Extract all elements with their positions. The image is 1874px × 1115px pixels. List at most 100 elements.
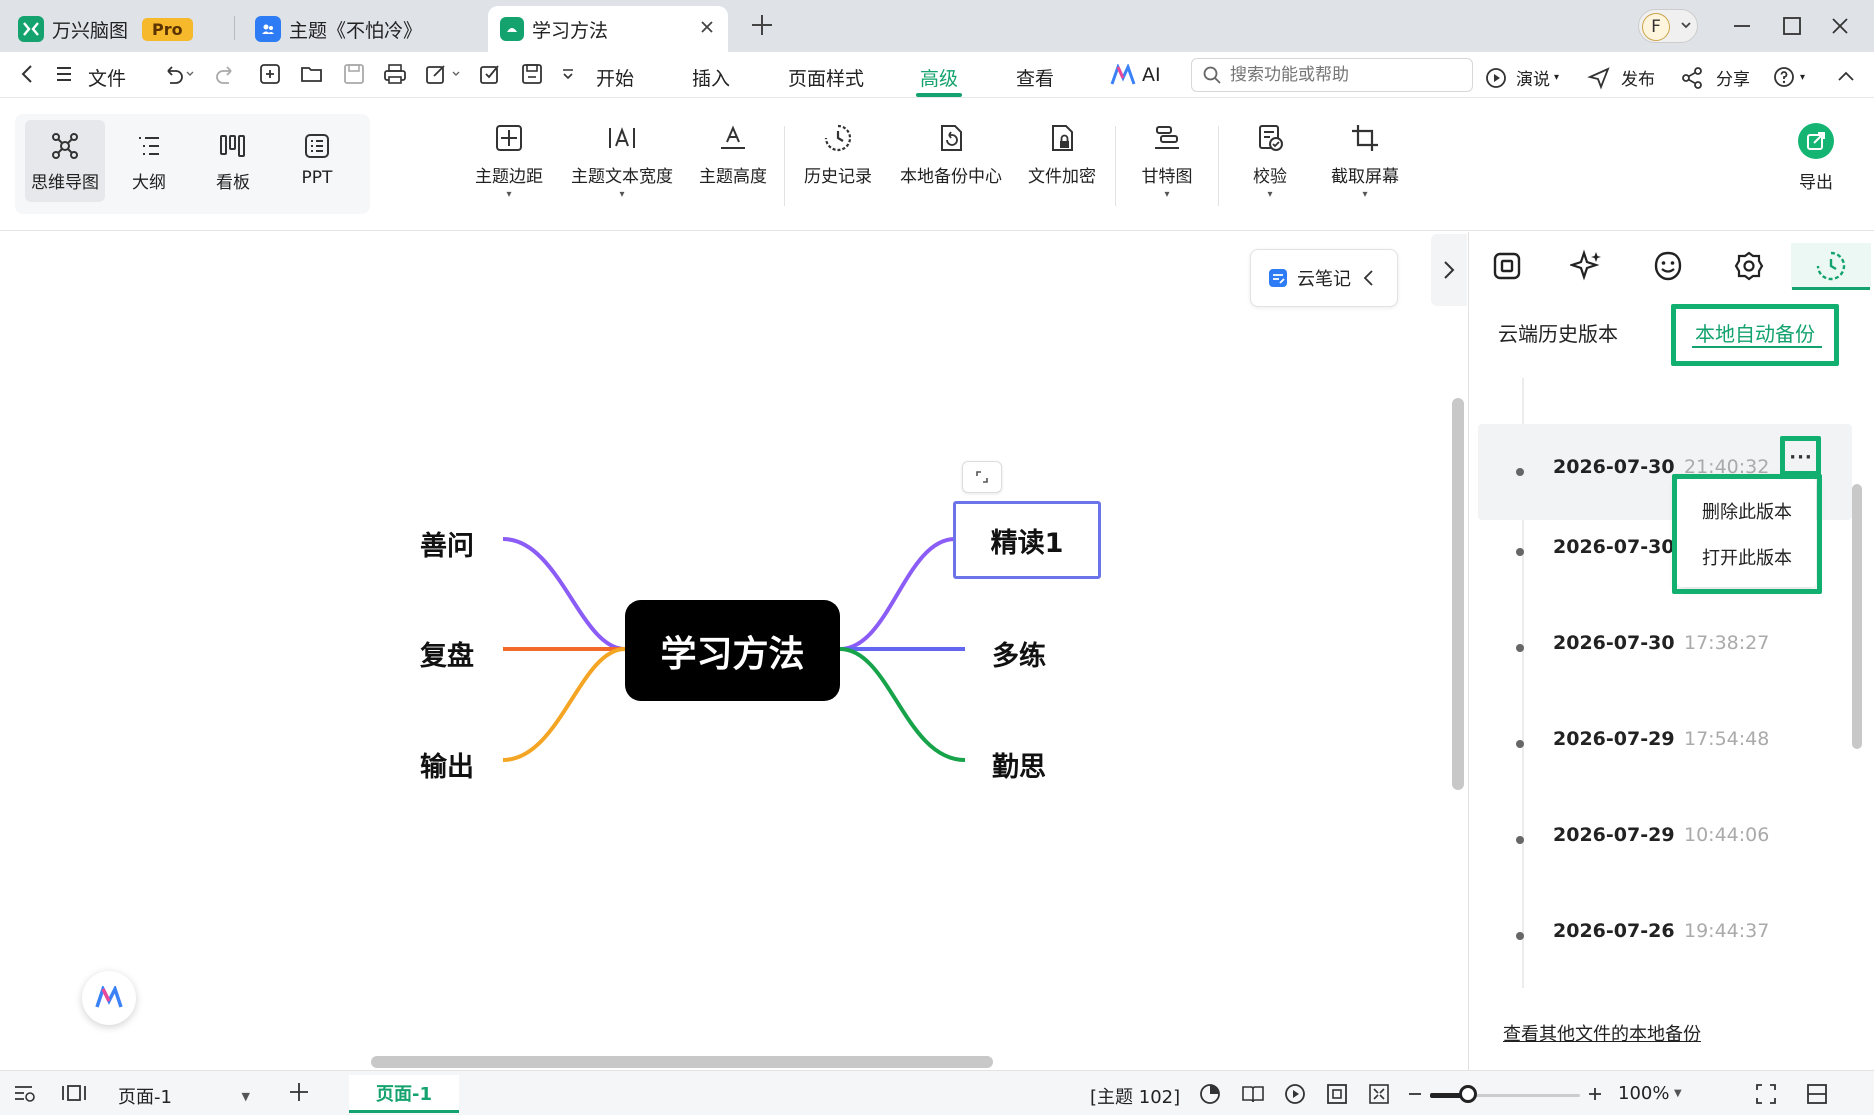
page-view-icon[interactable] [60, 1081, 88, 1105]
canvas-horizontal-scrollbar[interactable] [371, 1056, 993, 1068]
panel-tab-ai-magic[interactable] [1547, 243, 1627, 289]
version-row-3[interactable]: 2026-07-30 17:38:27 [1478, 600, 1852, 696]
export-button[interactable]: 导出 [1792, 122, 1840, 193]
panel-tab-layout[interactable] [1467, 243, 1547, 289]
menu-advanced[interactable]: 高级 [920, 64, 958, 91]
node-left-2[interactable]: 复盘 [420, 634, 474, 673]
menu-start[interactable]: 开始 [596, 64, 634, 91]
export-edit-icon[interactable] [424, 62, 464, 86]
local-backup-center-button[interactable]: 本地备份中心 [897, 122, 1005, 187]
menu-view[interactable]: 查看 [1016, 64, 1054, 91]
maximize-icon[interactable] [1780, 14, 1804, 38]
zoom-slider-handle[interactable] [1458, 1085, 1477, 1103]
book-view-icon[interactable] [1240, 1082, 1266, 1106]
share-button[interactable]: 分享 [1680, 65, 1750, 90]
view-mindmap-button[interactable]: 思维导图 [25, 120, 105, 202]
zoom-out-icon[interactable] [1405, 1084, 1425, 1104]
margin-icon [496, 125, 522, 151]
add-page-icon[interactable] [286, 1079, 312, 1105]
caret-down-icon: ▾ [1554, 72, 1560, 83]
minimize-icon[interactable] [1730, 14, 1754, 38]
highlight-box-context-menu [1672, 474, 1822, 594]
page-tab-active[interactable]: 页面-1 [349, 1075, 459, 1113]
search-input[interactable] [1230, 65, 1450, 85]
page-selector[interactable]: 页面-1 ▼ [108, 1081, 258, 1111]
topic-height-button[interactable]: 主题高度 [695, 122, 771, 187]
open-folder-icon[interactable] [299, 62, 325, 86]
back-icon[interactable] [16, 62, 40, 86]
version-row-5[interactable]: 2026-07-29 10:44:06 [1478, 792, 1852, 888]
task-check-icon[interactable] [478, 62, 502, 86]
tab-document-active[interactable]: 学习方法 [488, 6, 728, 52]
canvas-vertical-scrollbar[interactable] [1452, 398, 1464, 790]
present-button[interactable]: 演说 ▾ [1484, 65, 1559, 90]
tab-app-home[interactable]: 万兴脑图 Pro [18, 6, 193, 52]
fullscreen-icon[interactable] [1754, 1082, 1778, 1106]
new-tab-icon[interactable] [749, 12, 775, 38]
collapse-node-button[interactable] [962, 461, 1002, 493]
view-outline-button[interactable]: 大纲 [109, 120, 189, 202]
publish-button[interactable]: 发布 [1587, 65, 1655, 90]
view-kanban-button[interactable]: 看板 [193, 120, 273, 202]
panel-tab-sticker[interactable] [1628, 243, 1708, 289]
app-logo-icon [18, 16, 44, 42]
redo-icon[interactable] [215, 62, 239, 86]
node-right-2[interactable]: 多练 [992, 634, 1046, 673]
version-row-4[interactable]: 2026-07-29 17:54:48 [1478, 696, 1852, 792]
menu-insert[interactable]: 插入 [692, 64, 730, 91]
close-window-icon[interactable] [1828, 14, 1852, 38]
history-button[interactable]: 历史记录 [802, 122, 874, 187]
menu-page-style[interactable]: 页面样式 [788, 64, 864, 91]
pro-badge[interactable]: Pro [142, 17, 193, 41]
fit-screen-icon[interactable] [1367, 1082, 1391, 1106]
root-topic[interactable]: 学习方法 [625, 600, 840, 701]
ai-assistant-button[interactable] [82, 971, 136, 1025]
panel-tab-theme[interactable] [1709, 243, 1789, 289]
mindmap-doc-icon [500, 17, 524, 41]
panel-toggle-button[interactable] [1431, 234, 1467, 306]
close-tab-icon[interactable] [698, 18, 716, 36]
menu-file[interactable]: 文件 [88, 64, 126, 91]
version-row-6[interactable]: 2026-07-26 19:44:37 [1478, 888, 1852, 984]
view-other-backups-link[interactable]: 查看其他文件的本地备份 [1503, 1020, 1701, 1046]
node-left-3[interactable]: 输出 [420, 745, 474, 784]
gantt-button[interactable]: 甘特图 ▾ [1135, 122, 1199, 200]
tab-document-theme[interactable]: 主题《不怕冷》 [255, 6, 422, 52]
file-encrypt-button[interactable]: 文件加密 [1024, 122, 1100, 187]
split-view-icon[interactable] [1805, 1082, 1829, 1106]
search-box[interactable] [1191, 58, 1473, 92]
screenshot-button[interactable]: 截取屏幕 ▾ [1325, 122, 1405, 200]
cloud-note-button[interactable]: 云笔记 [1250, 249, 1398, 307]
subtab-cloud-history[interactable]: 云端历史版本 [1498, 318, 1618, 347]
panel-tab-history[interactable] [1791, 243, 1871, 289]
topic-margin-button[interactable]: 主题边距 ▾ [473, 122, 545, 200]
view-ppt-button[interactable]: PPT [277, 120, 357, 202]
print-icon[interactable] [382, 62, 408, 86]
more-tools-icon[interactable] [560, 62, 576, 86]
version-time: 17:38:27 [1684, 632, 1770, 654]
node-right-3[interactable]: 勤思 [992, 745, 1046, 784]
new-file-icon[interactable] [258, 62, 282, 86]
ai-logo-icon[interactable] [1110, 64, 1136, 86]
tab-label: 主题《不怕冷》 [289, 19, 423, 42]
page-list-icon[interactable] [12, 1081, 38, 1105]
view-mode-group: 思维导图 大纲 看板 PPT [15, 114, 370, 214]
zoom-level[interactable]: 100% [1618, 1083, 1669, 1104]
node-left-1[interactable]: 善问 [420, 524, 474, 563]
play-slideshow-icon[interactable] [1283, 1082, 1307, 1106]
verify-button[interactable]: 校验 ▾ [1238, 122, 1302, 200]
topic-text-width-button[interactable]: 主题文本宽度 ▾ [567, 122, 677, 200]
node-right-1-selected[interactable]: 精读1 [953, 501, 1101, 579]
save-icon[interactable] [342, 62, 366, 86]
panel-scrollbar[interactable] [1852, 484, 1862, 749]
fit-page-icon[interactable] [1325, 1082, 1349, 1106]
user-menu[interactable]: F [1638, 9, 1698, 43]
collapse-ribbon-icon[interactable] [1834, 65, 1858, 89]
menu-ai[interactable]: AI [1142, 64, 1161, 86]
undo-icon[interactable] [160, 62, 194, 86]
help-button[interactable]: ▾ [1772, 65, 1805, 89]
theme-color-icon[interactable] [1198, 1082, 1222, 1106]
save-as-icon[interactable] [520, 62, 544, 86]
zoom-in-icon[interactable] [1585, 1084, 1605, 1104]
menu-hamburger-icon[interactable] [52, 62, 76, 86]
